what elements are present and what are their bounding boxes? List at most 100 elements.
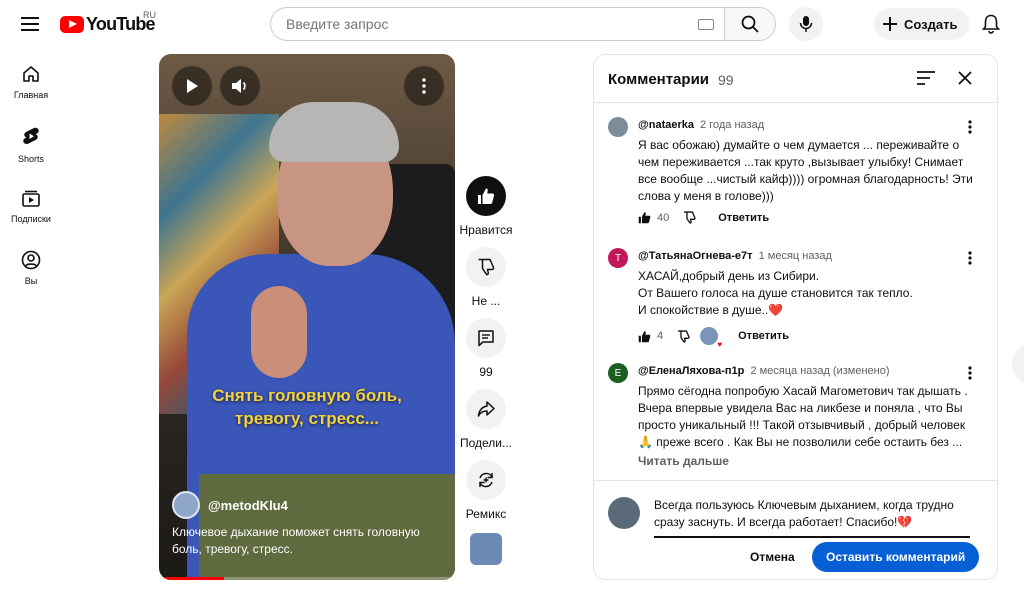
- play-button[interactable]: [172, 66, 212, 106]
- comment-input[interactable]: Всегда пользуюсь Ключевым дыханием, когд…: [654, 497, 970, 538]
- comment-more-icon[interactable]: [962, 119, 978, 135]
- submit-comment-button[interactable]: Оставить комментарий: [812, 542, 980, 572]
- channel-name[interactable]: @metodKlu4: [208, 498, 288, 513]
- like-label: Нравится: [459, 223, 513, 237]
- comment-line: ХАСАЙ,добрый день из Сибири.: [638, 269, 820, 283]
- user-avatar: [608, 497, 640, 529]
- voice-search-button[interactable]: [789, 7, 823, 41]
- comments-header: Комментарии 99: [594, 55, 997, 103]
- home-icon: [23, 66, 39, 82]
- sort-icon[interactable]: [916, 69, 936, 92]
- notifications-icon[interactable]: [978, 11, 1004, 37]
- comment-time[interactable]: 2 года назад: [700, 119, 764, 131]
- comment-more-icon[interactable]: [962, 365, 978, 381]
- channel-avatar[interactable]: [172, 491, 200, 519]
- sidebar-item-label: Главная: [13, 90, 49, 100]
- volume-button[interactable]: [220, 66, 260, 106]
- comment-item: @nataerka 2 года назад Я вас обожаю) дум…: [608, 117, 988, 227]
- sidebar-item-label: Вы: [24, 276, 38, 286]
- next-video-button[interactable]: [1012, 344, 1024, 384]
- comments-panel: Комментарии 99 @nataerka 2 года назад Я …: [593, 54, 998, 580]
- channel-info[interactable]: @metodKlu4: [172, 491, 288, 519]
- thumbs-down-icon: [478, 258, 495, 276]
- comment-header: @nataerka 2 года назад: [638, 119, 764, 131]
- comment-line: И спокойствие в душе..❤️: [638, 303, 784, 317]
- cancel-button[interactable]: Отмена: [740, 543, 805, 571]
- comments-button[interactable]: [466, 318, 506, 358]
- play-icon: [187, 79, 198, 93]
- thumbs-up-icon[interactable]: [638, 330, 651, 343]
- thumbs-up-icon[interactable]: [638, 211, 651, 224]
- comment-icon: [478, 330, 494, 347]
- comments-count: 99: [479, 365, 493, 379]
- thumbs-down-icon[interactable]: [683, 211, 696, 224]
- comment-like-count: 4: [657, 330, 664, 342]
- sidebar-item-home[interactable]: Главная: [0, 56, 62, 118]
- short-actions: Нравится Не ... 99 Подели... Ремикс: [457, 176, 515, 575]
- share-action[interactable]: Подели...: [457, 389, 515, 450]
- dislike-button[interactable]: [466, 247, 506, 287]
- comment-author[interactable]: @ЕленаЛяхова-п1р: [638, 365, 744, 377]
- comment-text: Я вас обожаю) думайте о чем думается ...…: [638, 138, 973, 203]
- search-icon: [741, 15, 759, 33]
- dislike-action[interactable]: Не ...: [457, 247, 515, 308]
- sidebar-item-label: Shorts: [17, 154, 44, 164]
- create-label: Создать: [904, 16, 958, 32]
- comment-time[interactable]: 1 месяц назад: [759, 250, 832, 262]
- comment-author[interactable]: @nataerka: [638, 119, 694, 131]
- short-video-player[interactable]: Снять головную боль, тревогу, стресс... …: [159, 54, 455, 580]
- video-progress-bar[interactable]: [159, 577, 455, 580]
- menu-icon[interactable]: [14, 10, 46, 38]
- comment-avatar[interactable]: [608, 117, 628, 137]
- shorts-icon: [23, 127, 39, 144]
- create-button[interactable]: Создать: [874, 8, 970, 40]
- reply-button[interactable]: Ответить: [738, 330, 789, 342]
- remix-label: Ремикс: [465, 507, 507, 521]
- comments-action[interactable]: 99: [457, 318, 515, 379]
- search-button[interactable]: [724, 7, 776, 41]
- like-button[interactable]: [466, 176, 506, 216]
- comment-author[interactable]: @ТатьянаОгнева-е7т: [638, 250, 753, 262]
- volume-icon: [232, 79, 246, 93]
- video-more-button[interactable]: [404, 66, 444, 106]
- comment-text: Прямо сёгодна попробую Хасай Магометович…: [638, 384, 968, 449]
- sidebar-item-label: Подписки: [11, 214, 51, 224]
- like-action[interactable]: Нравится: [457, 176, 515, 237]
- plus-icon: [883, 17, 897, 31]
- comment-item: Е @ЕленаЛяхова-п1р 2 месяца назад (измен…: [608, 363, 988, 478]
- thumbs-up-icon: [478, 188, 495, 204]
- share-label: Подели...: [459, 436, 513, 450]
- comment-time[interactable]: 2 месяца назад (изменено): [750, 365, 889, 377]
- person-hand: [251, 286, 307, 378]
- video-description[interactable]: Ключевое дыхание поможет снять головную …: [172, 524, 442, 558]
- comment-more-icon[interactable]: [962, 250, 978, 266]
- person-hair: [269, 102, 399, 162]
- search-box: [270, 7, 724, 41]
- sidebar-item-subscriptions[interactable]: Подписки: [0, 180, 62, 242]
- share-button[interactable]: [466, 389, 506, 429]
- keyboard-icon[interactable]: [698, 19, 714, 30]
- microphone-icon: [799, 16, 813, 32]
- comment-avatar[interactable]: Е: [608, 363, 628, 383]
- comment-avatar[interactable]: Т: [608, 248, 628, 268]
- read-more-link[interactable]: Читать дальше: [638, 454, 729, 468]
- thumbs-down-icon[interactable]: [677, 329, 690, 343]
- share-icon: [477, 401, 495, 417]
- video-caption: Снять головную боль, тревогу, стресс...: [159, 384, 455, 430]
- dislike-label: Не ...: [471, 294, 501, 308]
- comment-text: ХАСАЙ,добрый день из Сибири. От Вашего г…: [638, 268, 978, 319]
- video-progress-fill: [159, 577, 225, 580]
- close-icon[interactable]: [956, 69, 974, 92]
- remix-button[interactable]: [466, 460, 506, 500]
- youtube-logo[interactable]: YouTube: [60, 12, 156, 36]
- search-input[interactable]: [271, 8, 671, 40]
- caption-line: тревогу, стресс...: [235, 409, 379, 428]
- sound-thumbnail-action[interactable]: [457, 531, 515, 565]
- comment-line: От Вашего голоса на душе становится так …: [638, 286, 913, 300]
- sidebar-item-you[interactable]: Вы: [0, 242, 62, 304]
- reply-button[interactable]: Ответить: [718, 212, 769, 224]
- sidebar-item-shorts[interactable]: Shorts: [0, 118, 62, 180]
- comment-actions: 4 Ответить: [638, 327, 789, 349]
- remix-action[interactable]: Ремикс: [457, 460, 515, 521]
- sound-thumbnail[interactable]: [470, 533, 502, 565]
